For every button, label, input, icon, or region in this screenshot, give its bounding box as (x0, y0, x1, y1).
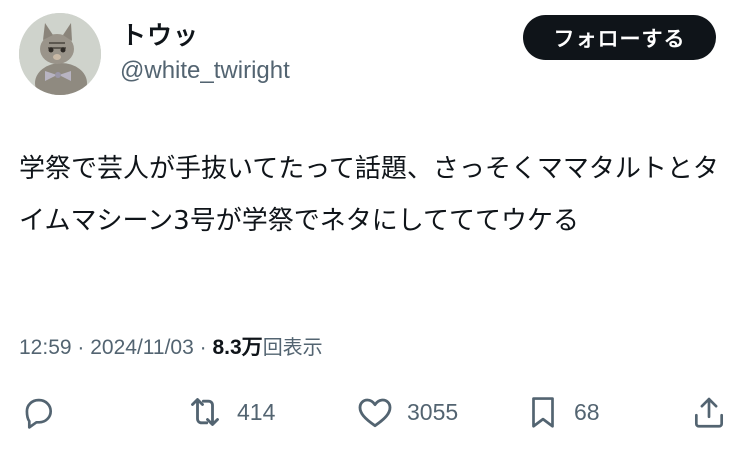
retweet-count: 414 (237, 398, 276, 425)
meta-separator: · (77, 336, 85, 359)
avatar[interactable] (19, 13, 101, 95)
bookmark-icon (532, 397, 554, 428)
heart-icon (358, 398, 392, 428)
bookmark-count: 68 (574, 398, 600, 425)
retweet-button[interactable]: 414 (185, 390, 275, 434)
cat-avatar-icon (19, 13, 101, 95)
bookmark-button[interactable]: 68 (524, 390, 600, 434)
tweet-time[interactable]: 12:59 (19, 336, 72, 359)
display-name[interactable]: トウッ (121, 19, 199, 53)
reply-icon (25, 398, 53, 429)
share-button[interactable] (690, 390, 728, 434)
tweet-text: 学祭で芸人が手抜いてたって話題、さっそくママタルトとタイムマシーン3号が学祭でネ… (19, 154, 719, 236)
tweet-date[interactable]: 2024/11/03 (90, 336, 194, 359)
follow-button[interactable]: フォローする (523, 15, 716, 60)
like-count: 3055 (407, 398, 459, 425)
tweet-meta: 12:59 · 2024/11/03 · 8.3万回表示 (19, 331, 323, 364)
views-count: 8.3万 (212, 336, 263, 359)
user-handle[interactable]: @white_twiright (120, 55, 290, 87)
retweet-icon (191, 398, 219, 426)
views-label: 回表示 (262, 335, 323, 359)
share-icon (694, 397, 724, 428)
like-button[interactable]: 3055 (355, 390, 458, 434)
reply-button[interactable] (19, 390, 57, 434)
meta-separator: · (199, 336, 207, 359)
